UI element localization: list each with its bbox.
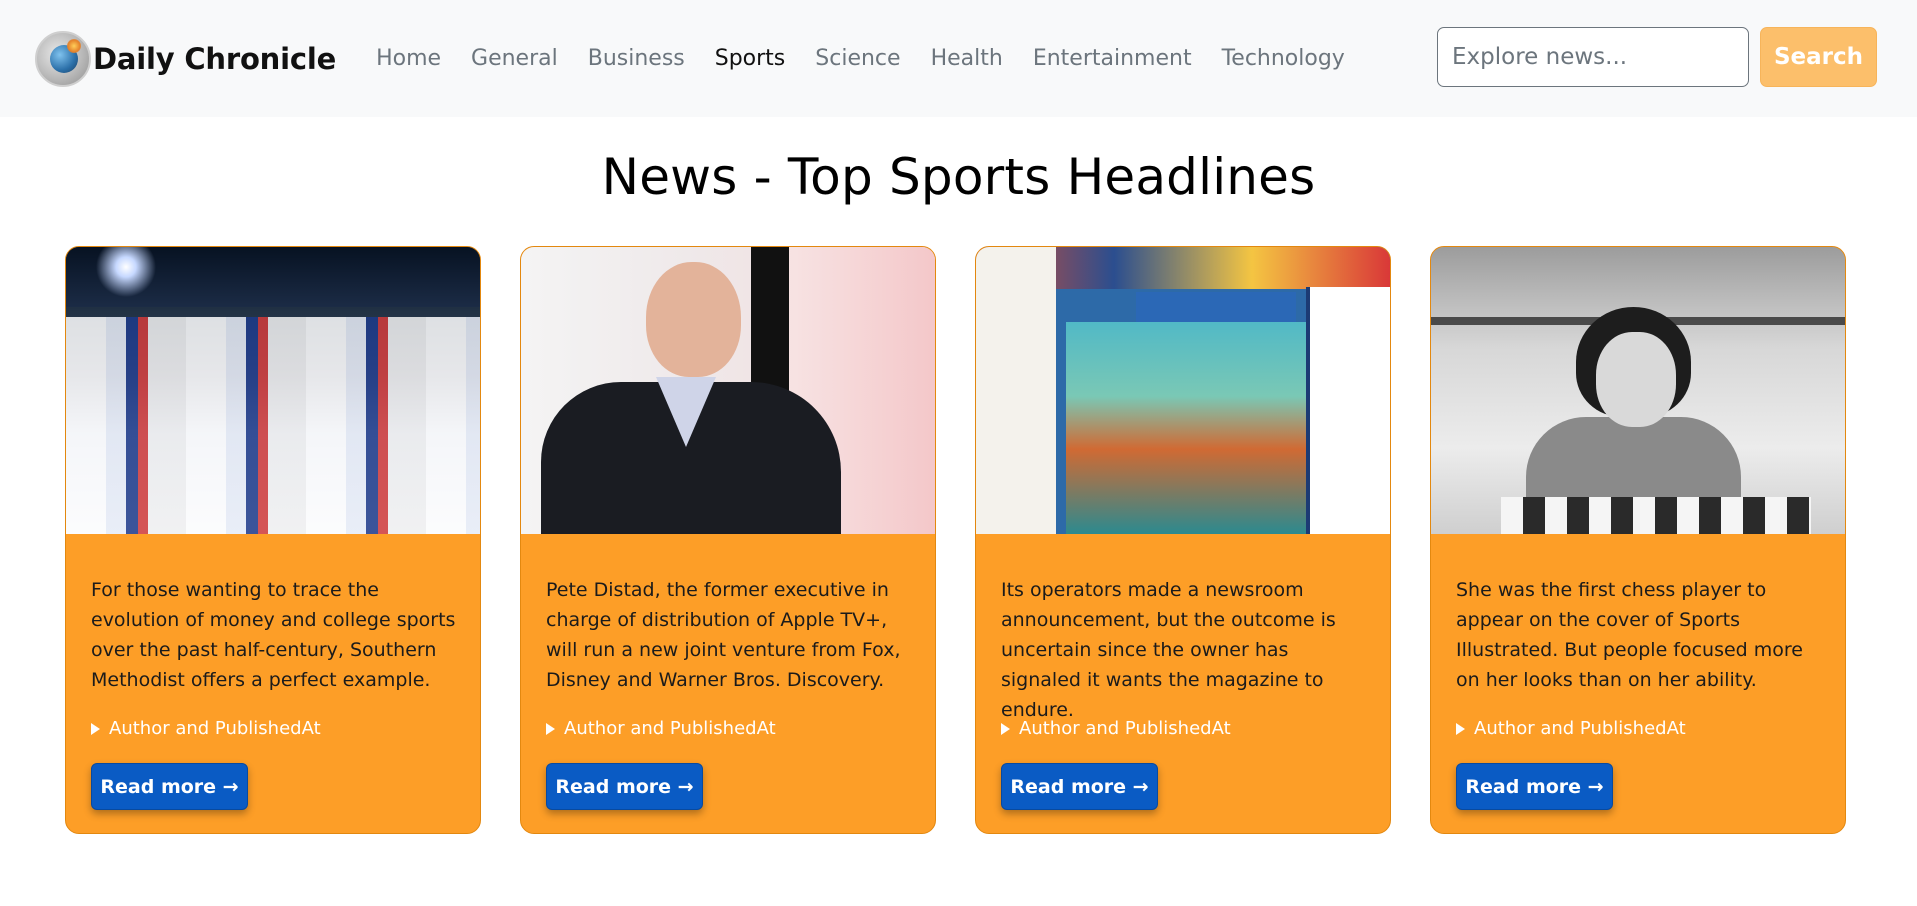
nav-link-science[interactable]: Science — [815, 46, 900, 71]
author-published-toggle[interactable]: Author and PublishedAt — [91, 718, 321, 739]
card-description: Its operators made a newsroom announceme… — [1001, 579, 1336, 721]
author-published-toggle[interactable]: Author and PublishedAt — [1001, 718, 1231, 739]
executive-portrait-photo — [521, 247, 935, 534]
author-published-label: Author and PublishedAt — [564, 718, 776, 739]
news-card: Its operators made a newsroom announceme… — [975, 246, 1391, 834]
nav-link-sports[interactable]: Sports — [715, 46, 786, 71]
card-description: She was the first chess player to appear… — [1456, 579, 1804, 691]
author-published-toggle[interactable]: Author and PublishedAt — [546, 718, 776, 739]
chess-player-photo — [1431, 247, 1845, 534]
globe-logo-icon — [35, 30, 91, 87]
navbar: Daily Chronicle Home General Business Sp… — [0, 0, 1917, 117]
search-button[interactable]: Search — [1760, 27, 1877, 87]
brand[interactable]: Daily Chronicle — [35, 30, 336, 87]
nav-link-technology[interactable]: Technology — [1222, 46, 1345, 71]
nav-links: Home General Business Sports Science Hea… — [376, 46, 1375, 71]
read-more-button[interactable]: Read more → — [91, 763, 248, 810]
author-published-label: Author and PublishedAt — [1474, 718, 1686, 739]
news-card: For those wanting to trace the evolution… — [65, 246, 481, 834]
read-more-button[interactable]: Read more → — [1456, 763, 1613, 810]
stadium-celebration-photo — [66, 247, 480, 534]
author-published-label: Author and PublishedAt — [1019, 718, 1231, 739]
disclosure-triangle-icon — [91, 722, 100, 735]
disclosure-triangle-icon — [1001, 722, 1010, 735]
disclosure-triangle-icon — [1456, 722, 1465, 735]
nav-link-business[interactable]: Business — [588, 46, 685, 71]
card-description: Pete Distad, the former executive in cha… — [546, 579, 901, 691]
author-published-label: Author and PublishedAt — [109, 718, 321, 739]
card-description: For those wanting to trace the evolution… — [91, 579, 456, 691]
author-published-toggle[interactable]: Author and PublishedAt — [1456, 718, 1686, 739]
news-card: She was the first chess player to appear… — [1430, 246, 1846, 834]
disclosure-triangle-icon — [546, 722, 555, 735]
news-card: Pete Distad, the former executive in cha… — [520, 246, 936, 834]
nav-link-health[interactable]: Health — [931, 46, 1003, 71]
brand-name[interactable]: Daily Chronicle — [93, 42, 336, 76]
read-more-button[interactable]: Read more → — [1001, 763, 1158, 810]
page-title: News - Top Sports Headlines — [601, 148, 1316, 206]
magazines-stack-photo — [976, 247, 1390, 534]
nav-link-home[interactable]: Home — [376, 46, 441, 71]
search-input[interactable] — [1437, 27, 1749, 87]
read-more-button[interactable]: Read more → — [546, 763, 703, 810]
nav-link-entertainment[interactable]: Entertainment — [1033, 46, 1192, 71]
nav-link-general[interactable]: General — [471, 46, 558, 71]
